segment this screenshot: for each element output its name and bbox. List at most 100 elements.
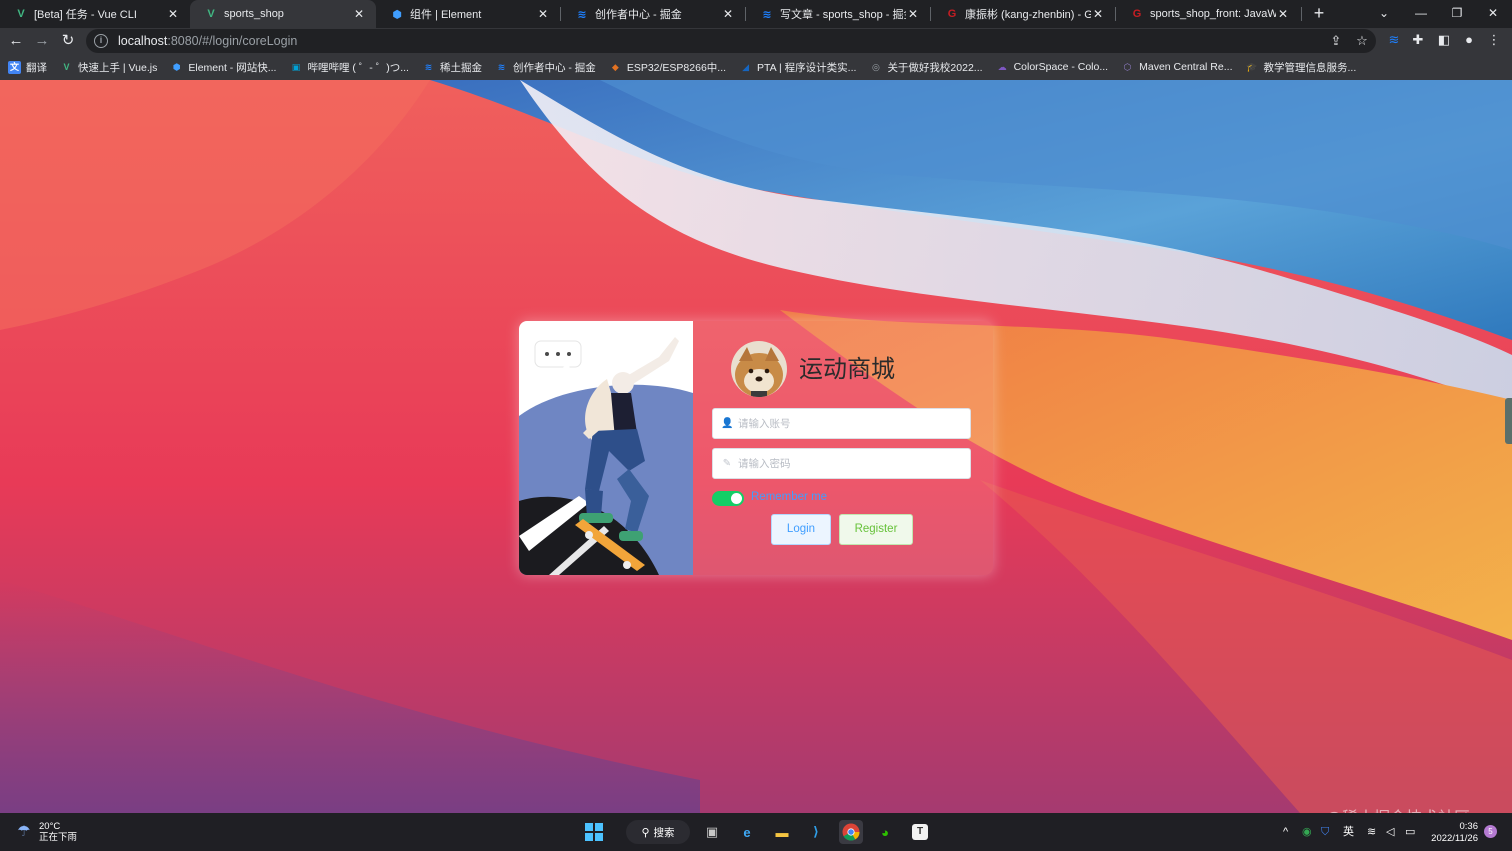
restore-button[interactable]: ❐ [1439, 0, 1475, 28]
new-tab-button[interactable]: + [1309, 3, 1329, 23]
account-field[interactable]: 👤 [712, 408, 971, 439]
extensions-icon[interactable]: ✚ [1410, 32, 1426, 48]
notification-badge[interactable]: 5 [1484, 825, 1497, 838]
tab-gitee-profile[interactable]: G 康振彬 (kang-zhenbin) - Gitee ✕ [931, 0, 1115, 28]
password-input[interactable] [738, 457, 958, 470]
umbrella-icon: ☂ [17, 823, 31, 840]
close-tab-icon[interactable]: ✕ [1276, 7, 1290, 21]
juejin-extension-icon[interactable]: ≋ [1386, 32, 1402, 48]
windows-taskbar: ☂ 20°C 正在下雨 ⚲ 搜索 ▣ e ▬ ⟩ ◕ T ^ ◉ ⛉ 英 ≋ ◁… [0, 813, 1512, 851]
tab-label: 康振彬 (kang-zhenbin) - Gitee [965, 9, 1091, 21]
close-window-button[interactable]: ✕ [1475, 0, 1511, 28]
profile-icon[interactable]: ● [1461, 32, 1477, 48]
bookmark-label: 翻译 [26, 61, 47, 74]
bookmark-bilibili[interactable]: ▣ 哔哩哔哩 ( ゜- ゜)つ... [289, 60, 409, 75]
weather-widget[interactable]: ☂ 20°C 正在下雨 [14, 821, 77, 843]
wifi-icon[interactable]: ≋ [1367, 825, 1376, 839]
tab-element[interactable]: ⬢ 组件 | Element ✕ [376, 0, 560, 28]
bookmark-pta[interactable]: ◢ PTA | 程序设计类实... [739, 60, 856, 75]
close-tab-icon[interactable]: ✕ [166, 7, 180, 21]
ime-indicator[interactable]: 英 [1343, 825, 1354, 839]
address-bar[interactable]: i localhost:8080/#/login/coreLogin ⇪ ☆ [86, 29, 1376, 53]
bookmark-label: PTA | 程序设计类实... [757, 61, 857, 74]
shield-icon[interactable]: ⛉ [1321, 825, 1329, 839]
chrome-icon[interactable] [839, 820, 863, 844]
close-tab-icon[interactable]: ✕ [906, 7, 920, 21]
close-tab-icon[interactable]: ✕ [721, 7, 735, 21]
bookmark-star-icon[interactable]: ☆ [1354, 33, 1370, 49]
tab-sports-shop[interactable]: V sports_shop ✕ [190, 0, 376, 28]
juejin-logo-icon: ≋ [577, 8, 587, 21]
start-button[interactable] [582, 820, 606, 844]
close-tab-icon[interactable]: ✕ [352, 7, 366, 21]
typora-icon[interactable]: T [908, 820, 932, 844]
bookmark-vue[interactable]: V 快速上手 | Vue.js [60, 60, 157, 75]
colorspace-icon: ☁ [997, 61, 1007, 72]
menu-icon[interactable]: ⋮ [1486, 32, 1502, 48]
bookmark-juejin-creator[interactable]: ≋ 创作者中心 - 掘金 [495, 60, 596, 75]
edge-icon[interactable]: e [735, 820, 759, 844]
bookmark-label: Maven Central Re... [1139, 61, 1233, 73]
bookmark-label: 创作者中心 - 掘金 [512, 61, 596, 74]
side-panel-icon[interactable]: ◧ [1436, 32, 1452, 48]
login-button[interactable]: Login [771, 514, 831, 545]
dog-avatar [731, 341, 787, 397]
password-field[interactable]: ✎ [712, 448, 971, 479]
search-label: 搜索 [653, 826, 675, 839]
tab-strip: V [Beta] 任务 - Vue CLI ✕ V sports_shop ✕ … [0, 0, 1512, 28]
share-icon[interactable]: ⇪ [1328, 33, 1344, 49]
bookmark-teaching-system[interactable]: 🎓 教学管理信息服务... [1245, 60, 1356, 75]
bookmark-label: 教学管理信息服务... [1263, 61, 1357, 74]
tab-juejin-write[interactable]: ≋ 写文章 - sports_shop - 掘金 ✕ [746, 0, 930, 28]
page-title: 运动商城 [799, 355, 895, 383]
close-tab-icon[interactable]: ✕ [1091, 7, 1105, 21]
esp-icon: ◆ [611, 61, 619, 72]
system-clock[interactable]: 0:36 2022/11/26 [1428, 821, 1478, 845]
reload-button[interactable]: ↻ [58, 31, 78, 51]
tab-search-button[interactable]: ⌄ [1366, 0, 1402, 28]
bookmark-school-notice[interactable]: ◎ 关于做好我校2022... [869, 60, 983, 75]
tab-label: [Beta] 任务 - Vue CLI [34, 9, 137, 21]
tab-label: 创作者中心 - 掘金 [595, 9, 682, 21]
tab-label: 写文章 - sports_shop - 掘金 [780, 9, 906, 21]
juejin-logo-icon: ≋ [424, 61, 433, 72]
bookmark-juejin[interactable]: ≋ 稀土掘金 [422, 60, 482, 75]
side-drawer-handle[interactable] [1505, 398, 1512, 444]
tab-gitee-repo[interactable]: G sports_shop_front: JavaWeb ✕ [1116, 0, 1300, 28]
bookmark-colorspace[interactable]: ☁ ColorSpace - Colo... [996, 61, 1109, 74]
site-info-icon[interactable]: i [94, 34, 108, 48]
account-input[interactable] [738, 417, 958, 430]
battery-icon[interactable]: ▭ [1405, 825, 1415, 839]
bookmark-translate[interactable]: 文翻译 [8, 60, 47, 75]
tab-juejin-creator[interactable]: ≋ 创作者中心 - 掘金 ✕ [561, 0, 745, 28]
weather-temp: 20°C [39, 821, 61, 832]
wechat-icon[interactable]: ◕ [873, 820, 897, 844]
gitee-logo-icon: G [947, 8, 957, 20]
back-button[interactable]: ← [6, 31, 26, 51]
register-button[interactable]: Register [839, 514, 913, 545]
forward-button[interactable]: → [32, 31, 52, 51]
bookmark-label: ColorSpace - Colo... [1013, 61, 1109, 73]
task-view-icon[interactable]: ▣ [700, 820, 724, 844]
bookmark-element[interactable]: ⬢ Element - 网站快... [170, 60, 277, 75]
bookmark-maven[interactable]: ⬡ Maven Central Re... [1121, 61, 1233, 74]
tab-vue-cli[interactable]: V [Beta] 任务 - Vue CLI ✕ [0, 0, 190, 28]
volume-icon[interactable]: ◁ [1386, 825, 1394, 839]
chrome-tray-icon[interactable]: ◉ [1302, 825, 1312, 839]
juejin-logo-icon: ≋ [497, 61, 506, 72]
windows-logo-icon [585, 823, 603, 841]
bookmarks-bar: 文翻译 V 快速上手 | Vue.js ⬢ Element - 网站快... ▣ 哔哩… [0, 54, 1512, 80]
translate-icon: 文 [8, 60, 21, 74]
minimize-button[interactable]: — [1403, 0, 1439, 28]
remember-me-label[interactable]: Remember me [751, 491, 827, 503]
tray-overflow-icon[interactable]: ^ [1283, 825, 1288, 839]
clock-date: 2022/11/26 [1431, 833, 1478, 844]
login-illustration: ••• [519, 321, 693, 575]
bookmark-esp32[interactable]: ◆ ESP32/ESP8266中... [609, 60, 726, 75]
file-explorer-icon[interactable]: ▬ [770, 820, 794, 844]
vscode-icon[interactable]: ⟩ [804, 820, 828, 844]
close-tab-icon[interactable]: ✕ [536, 7, 550, 21]
juejin-logo-icon: ≋ [762, 8, 772, 21]
taskbar-search[interactable]: ⚲ 搜索 [626, 820, 690, 844]
remember-me-toggle[interactable] [712, 491, 744, 506]
